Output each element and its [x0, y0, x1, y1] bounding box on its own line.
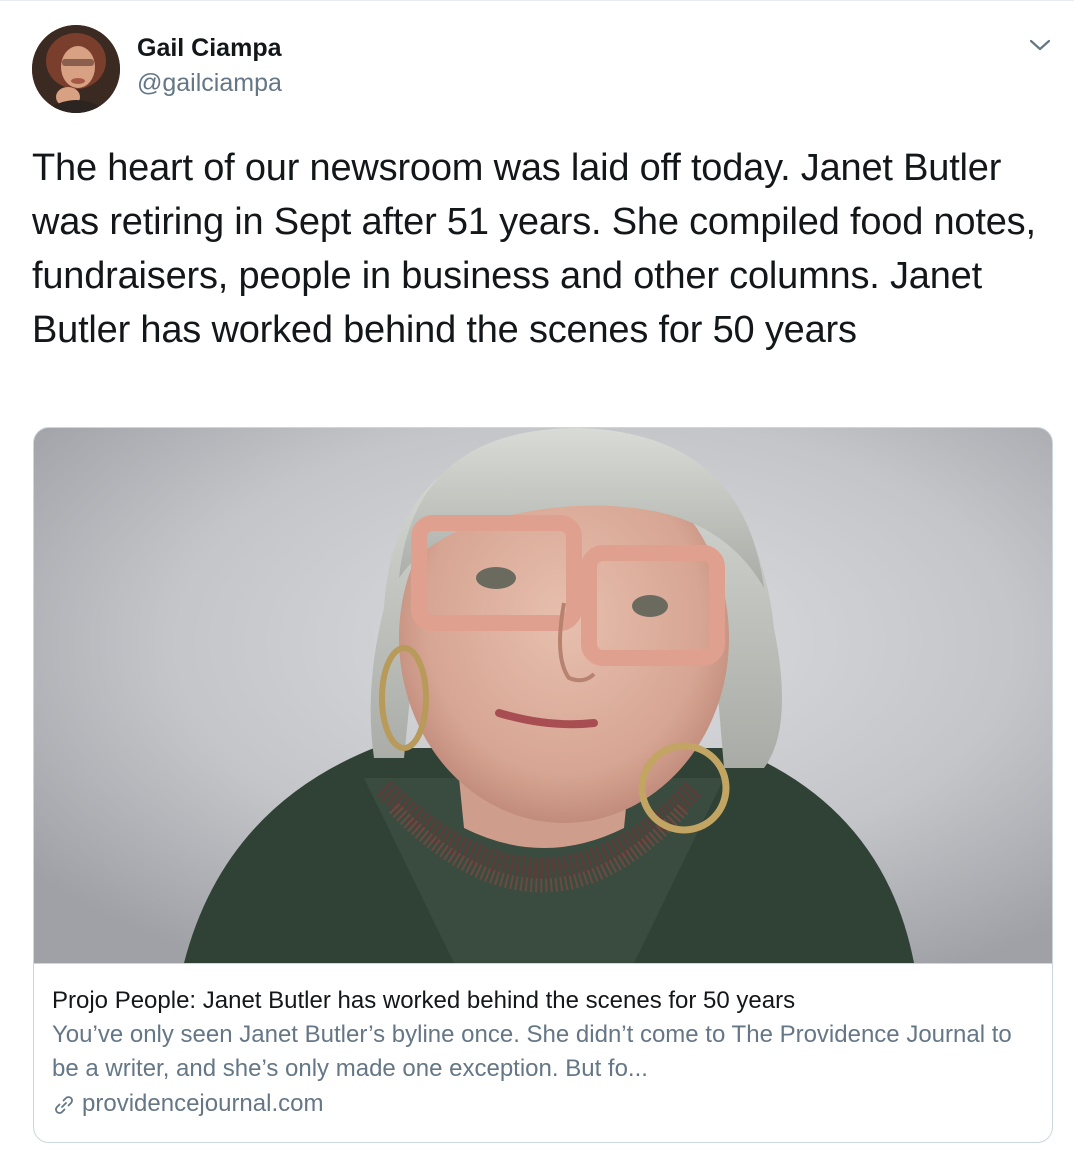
- tweet: Gail Ciampa @gailciampa The heart of our…: [0, 0, 1074, 1158]
- author-handle[interactable]: @gailciampa: [137, 69, 282, 98]
- card-info[interactable]: Projo People: Janet Butler has worked be…: [34, 963, 1052, 1142]
- card-description: You’ve only seen Janet Butler’s byline o…: [52, 1021, 1012, 1082]
- avatar-photo: [32, 25, 120, 113]
- card-domain: providencejournal.com: [82, 1090, 324, 1117]
- card-domain-row: providencejournal.com: [52, 1086, 1034, 1122]
- link-icon: [52, 1092, 76, 1116]
- avatar[interactable]: [32, 25, 120, 113]
- card-image[interactable]: [34, 428, 1052, 963]
- author-name[interactable]: Gail Ciampa: [137, 34, 282, 63]
- chevron-down-icon[interactable]: [1027, 34, 1053, 56]
- tweet-text: The heart of our newsroom was laid off t…: [32, 147, 1036, 351]
- card-title: Projo People: Janet Butler has worked be…: [52, 987, 796, 1014]
- link-card[interactable]: Projo People: Janet Butler has worked be…: [33, 427, 1053, 1143]
